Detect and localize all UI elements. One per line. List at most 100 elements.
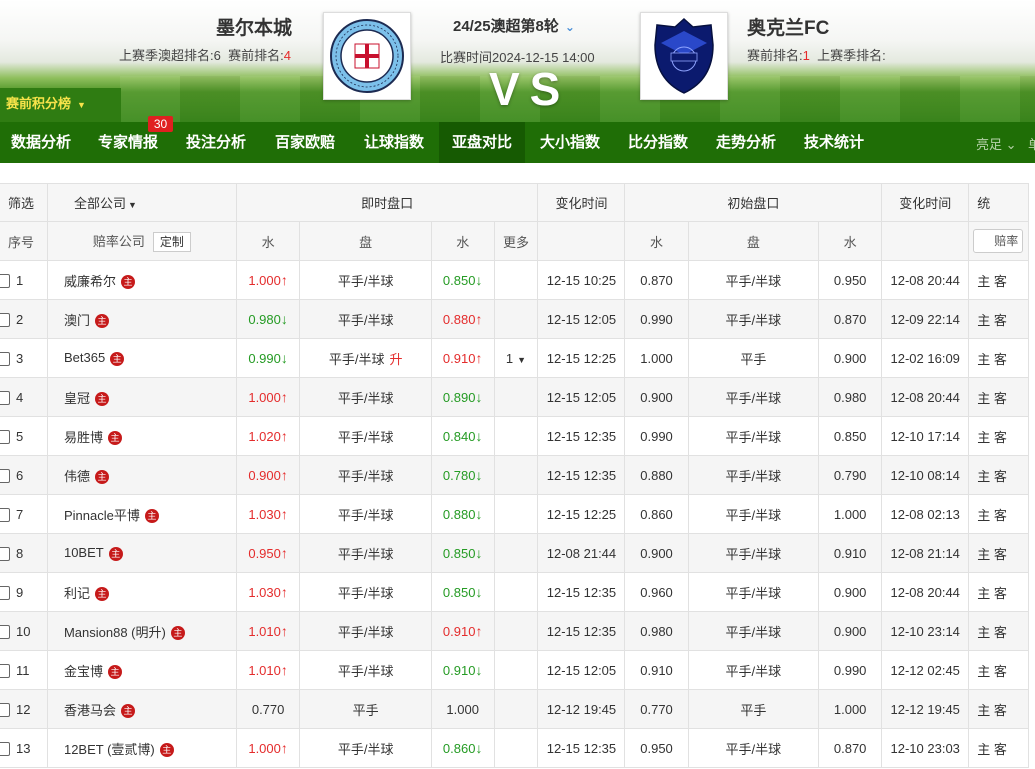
live-handicap: 平手/半球: [299, 728, 432, 768]
home-team-name[interactable]: 墨尔本城: [216, 13, 292, 40]
initial-handicap: 平手/半球: [687, 611, 820, 651]
odds-button[interactable]: 赔率: [973, 229, 1024, 253]
company-cell: 12BET (壹贰博) 主: [46, 728, 237, 768]
nav-asian-handicap[interactable]: 亚盘对比: [439, 122, 525, 163]
home-away-links[interactable]: 主 客: [968, 533, 1029, 573]
initial-home-water: 0.950: [624, 728, 689, 768]
live-handicap-value: 平手/半球: [337, 585, 394, 601]
arrow-up-icon: ↑: [475, 623, 483, 639]
initial-handicap: 平手/半球: [687, 416, 820, 456]
initial-home-water: 0.990: [624, 299, 689, 339]
row-checkbox[interactable]: [0, 273, 10, 288]
row-checkbox[interactable]: [0, 585, 10, 600]
company-name[interactable]: Pinnacle平博: [64, 508, 140, 523]
nav-data-analysis[interactable]: 数据分析: [0, 122, 82, 163]
company-filter-dropdown[interactable]: 全部公司 ▼: [46, 183, 237, 222]
initial-home-water: 0.900: [624, 533, 689, 573]
away-team-name[interactable]: 奥克兰FC: [747, 13, 829, 40]
home-away-links[interactable]: 主 客: [968, 611, 1029, 651]
table-row: 13 12BET (壹贰博) 主 1.000↑ 平手/半球 0.860↓ 12-15 12:…: [0, 728, 1029, 768]
company-name[interactable]: 10BET: [64, 545, 104, 560]
company-header: 赔率公司: [92, 233, 145, 249]
company-name[interactable]: 澳门: [64, 313, 90, 328]
nav-over-under[interactable]: 大小指数: [527, 122, 613, 163]
more-header: 更多: [493, 221, 539, 261]
company-name[interactable]: 12BET (壹贰博): [64, 742, 155, 757]
home-away-links[interactable]: 主 客: [968, 689, 1029, 729]
row-checkbox[interactable]: [0, 702, 10, 717]
row-checkbox[interactable]: [0, 312, 10, 327]
theme-selector[interactable]: 亮足 ⌄: [976, 134, 1017, 153]
home-away-links[interactable]: 主 客: [968, 494, 1029, 534]
nav-trend-analysis[interactable]: 走势分析: [703, 122, 789, 163]
host-badge: 主: [120, 704, 135, 719]
live-home-water: 1.020↑: [235, 416, 301, 456]
live-handicap-header: 即时盘口: [235, 183, 539, 222]
company-name[interactable]: 威廉希尔: [64, 274, 116, 289]
arrow-up-icon: ↑: [280, 272, 288, 288]
live-home-water: 0.980↓: [235, 299, 301, 339]
home-away-links[interactable]: 主 客: [968, 377, 1029, 417]
customize-button[interactable]: 定制: [152, 231, 191, 252]
home-away-links[interactable]: 主 客: [968, 416, 1029, 456]
live-away-water-value: 0.880: [442, 312, 476, 327]
away-team-logo[interactable]: [640, 12, 728, 100]
home-away-links[interactable]: 主 客: [968, 338, 1029, 378]
match-round-selector[interactable]: 24/25澳超第8轮 ⌄: [453, 15, 575, 36]
company-name[interactable]: Bet365: [64, 350, 105, 365]
live-change-time: 12-15 12:35: [537, 416, 626, 456]
company-name[interactable]: 皇冠: [64, 391, 90, 406]
row-checkbox[interactable]: [0, 429, 10, 444]
nav-extra-label[interactable]: 单: [1028, 134, 1035, 153]
nav-tech-stats[interactable]: 技术统计: [791, 122, 877, 163]
row-number: 6: [16, 468, 24, 484]
row-checkbox[interactable]: [0, 351, 10, 366]
arrow-up-icon: ↑: [280, 545, 288, 561]
home-away-links[interactable]: 主 客: [968, 650, 1029, 690]
company-name[interactable]: Mansion88 (明升): [64, 625, 166, 640]
home-away-links[interactable]: 主 客: [968, 455, 1029, 495]
row-checkbox[interactable]: [0, 507, 10, 522]
company-name[interactable]: 利记: [64, 586, 90, 601]
company-name[interactable]: 伟德: [64, 469, 90, 484]
more-cell[interactable]: 1 ▼: [493, 338, 539, 378]
live-away-water: 0.850↓: [430, 533, 495, 573]
live-home-water: 0.770: [235, 689, 301, 729]
more-cell: [493, 728, 539, 768]
live-away-water: 0.910↑: [430, 338, 495, 378]
live-home-water-value: 1.000: [248, 390, 281, 405]
company-name[interactable]: 香港马会: [64, 703, 116, 718]
nav-euro-odds[interactable]: 百家欧赔: [262, 122, 348, 163]
nav-handicap-index[interactable]: 让球指数: [351, 122, 437, 163]
row-number: 8: [16, 546, 24, 562]
home-away-links[interactable]: 主 客: [968, 299, 1029, 339]
home-away-links[interactable]: 主 客: [968, 572, 1029, 612]
home-away-links[interactable]: 主 客: [968, 260, 1029, 300]
nav-score-index[interactable]: 比分指数: [615, 122, 701, 163]
away-pre-rank: 1: [802, 48, 810, 63]
live-change-time: 12-15 12:35: [537, 572, 626, 612]
nav-betting-analysis[interactable]: 投注分析: [174, 122, 258, 163]
row-checkbox[interactable]: [0, 663, 10, 678]
row-checkbox[interactable]: [0, 741, 10, 756]
row-checkbox[interactable]: [0, 546, 10, 561]
row-checkbox[interactable]: [0, 468, 10, 483]
initial-handicap-header: 初始盘口: [624, 183, 883, 222]
points-table-dropdown[interactable]: 赛前积分榜 ▼: [0, 88, 121, 122]
company-name[interactable]: 金宝博: [64, 664, 103, 679]
company-name[interactable]: 易胜博: [64, 430, 103, 445]
expert-info-badge: 30: [148, 116, 173, 132]
row-checkbox[interactable]: [0, 390, 10, 405]
home-team-logo[interactable]: [323, 12, 411, 100]
initial-change-time: 12-10 08:14: [881, 455, 970, 495]
home-away-links[interactable]: 主 客: [968, 728, 1029, 768]
more-cell: [493, 533, 539, 573]
row-number: 12: [16, 702, 31, 718]
row-checkbox[interactable]: [0, 624, 10, 639]
initial-handicap: 平手: [687, 338, 820, 378]
row-number: 5: [16, 429, 24, 445]
initial-away-water: 0.950: [818, 260, 883, 300]
live-home-water-value: 1.000: [248, 741, 281, 756]
initial-away-water: 0.900: [818, 572, 883, 612]
live-handicap: 平手/半球: [299, 260, 432, 300]
